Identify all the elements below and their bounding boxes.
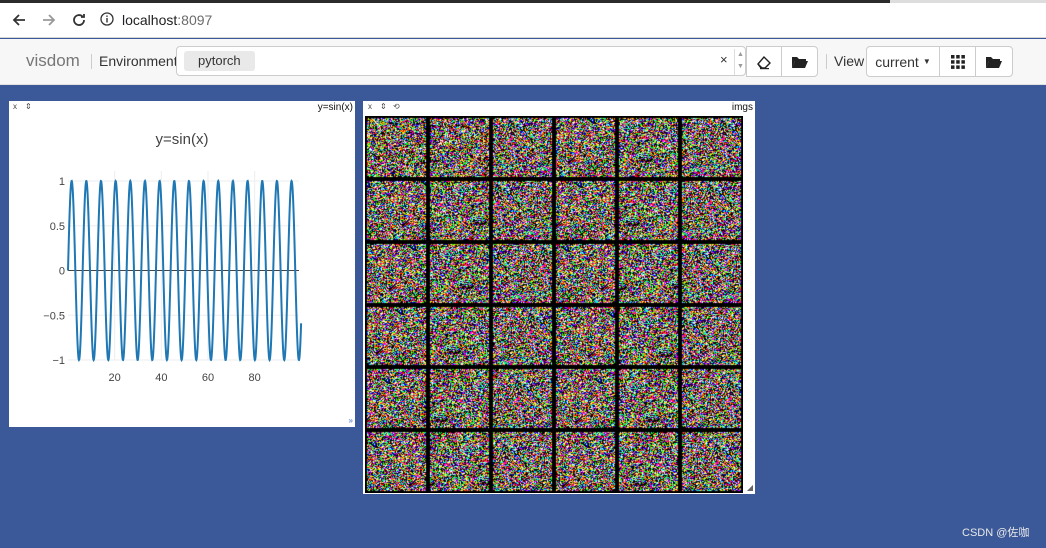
environment-select[interactable]: pytorch × ▲ ▼ — [176, 46, 746, 76]
clear-env-button[interactable] — [746, 46, 782, 77]
url-host: localhost — [122, 12, 178, 28]
caret-down-icon: ▼ — [922, 57, 931, 66]
line-chart[interactable]: y=sin(x) 20 40 60 80 1 0.5 0 −0.5 −1 — [9, 113, 355, 427]
chart-title: y=sin(x) — [156, 131, 209, 148]
spinner-up-icon[interactable]: ▲ — [735, 49, 746, 61]
url-field[interactable]: localhost:8097 — [100, 11, 213, 29]
divider — [91, 54, 92, 69]
x-tick-label: 20 — [109, 372, 121, 384]
reset-icon[interactable]: ⟲ — [393, 102, 400, 111]
grid-icon — [950, 54, 965, 69]
divider — [826, 54, 827, 69]
clear-selection-icon[interactable]: × — [720, 52, 728, 67]
save-icon[interactable]: ⇕ — [380, 102, 387, 111]
folder-open-icon — [986, 56, 1002, 68]
reload-icon[interactable] — [64, 5, 94, 35]
brand-logo[interactable]: visdom — [26, 51, 80, 71]
eraser-icon — [757, 55, 771, 69]
pane-header[interactable]: x ⇕ ⟲ imgs — [363, 101, 755, 113]
manage-views-button[interactable] — [975, 46, 1013, 77]
close-icon[interactable]: x — [13, 102, 17, 111]
view-selected-label: current — [875, 53, 919, 70]
repack-button[interactable] — [939, 46, 976, 77]
save-icon[interactable]: ⇕ — [25, 102, 32, 111]
y-tick-label: 0 — [59, 266, 65, 278]
y-tick-label: 0.5 — [50, 221, 65, 233]
environment-label: Environment — [99, 53, 178, 69]
images-pane[interactable]: x ⇕ ⟲ imgs ◢ — [363, 101, 755, 494]
visdom-toolbar: visdom Environment pytorch × ▲ ▼ View cu… — [0, 39, 1046, 85]
pane-title: y=sin(x) — [317, 102, 353, 113]
y-tick-label: −0.5 — [43, 310, 65, 322]
back-icon[interactable] — [4, 5, 34, 35]
manage-env-button[interactable] — [781, 46, 818, 77]
x-tick-label: 80 — [249, 372, 261, 384]
pane-title: imgs — [731, 102, 753, 113]
close-icon[interactable]: x — [368, 102, 372, 111]
resize-handle-icon[interactable]: ◢ — [747, 483, 753, 492]
pane-header[interactable]: x ⇕ y=sin(x) — [9, 101, 355, 113]
x-tick-label: 40 — [155, 372, 167, 384]
resize-handle-icon[interactable]: » — [349, 416, 353, 425]
url-port: :8097 — [177, 12, 213, 28]
browser-address-bar: localhost:8097 — [0, 3, 1046, 38]
y-tick-label: 1 — [59, 176, 65, 188]
environment-chip[interactable]: pytorch — [184, 51, 255, 71]
image-grid — [365, 116, 743, 493]
forward-icon[interactable] — [34, 5, 64, 35]
spinner-down-icon[interactable]: ▼ — [735, 61, 746, 73]
watermark: CSDN @佐咖 — [962, 527, 1030, 539]
noise-image-grid — [365, 116, 743, 493]
view-select-button[interactable]: current ▼ — [866, 46, 940, 77]
environment-spinner[interactable]: ▲ ▼ — [734, 49, 746, 75]
view-label: View — [834, 53, 865, 69]
plot-pane[interactable]: x ⇕ y=sin(x) y=sin(x) 20 40 60 80 1 0.5 0 −0.5 −… — [9, 101, 355, 427]
folder-open-icon — [791, 56, 808, 68]
info-icon[interactable] — [100, 11, 114, 29]
y-tick-label: −1 — [52, 355, 65, 367]
x-tick-label: 60 — [202, 372, 214, 384]
